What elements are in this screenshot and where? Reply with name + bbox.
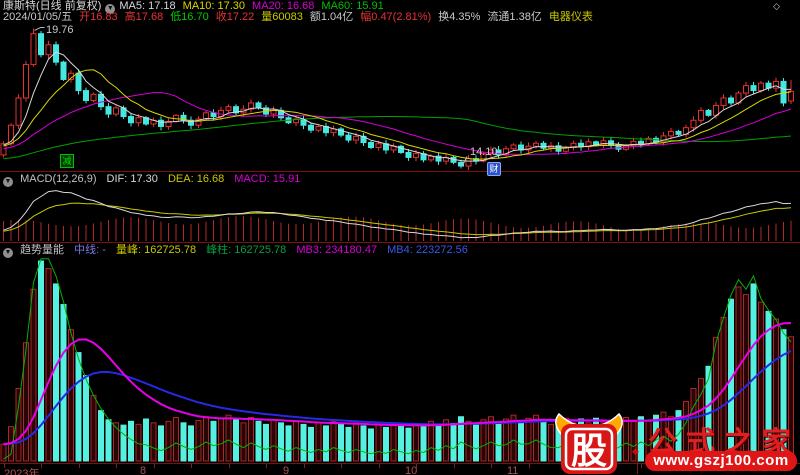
axis-tick (641, 464, 642, 468)
quote-field: 低16.70 (170, 11, 209, 23)
quote-field: 换4.35% (438, 11, 480, 23)
axis-tick (379, 464, 380, 468)
axis-tick (454, 464, 455, 468)
volpeak-value: 量峰: 162725.78 (116, 244, 196, 256)
macd-panel-header[interactable]: ▼ MACD(12,26,9) DIF: 17.30 DEA: 16.68 MA… (3, 174, 307, 185)
high-price-label: 19.76 (46, 24, 74, 36)
quote-field: 电器仪表 (549, 11, 593, 23)
quote-field: 开16.83 (79, 11, 118, 23)
axis-month-label: 8 (140, 465, 146, 475)
axis-tick (191, 464, 192, 468)
midline-value: 中线: - (74, 244, 106, 256)
quote-field: 量60083 (261, 11, 303, 23)
axis-tick (266, 464, 267, 468)
dea-value: DEA: 16.68 (168, 173, 224, 185)
trend-title: 趋势量能 (20, 244, 64, 256)
macd-value: MACD: 15.91 (234, 173, 300, 185)
macd-title: MACD(12,26,9) (20, 173, 96, 185)
axis-tick (41, 464, 42, 468)
watermark-diamond-icon: ◆ (632, 446, 639, 457)
quote-info-line: 2024/01/05/五开16.83 高17.68 低16.70 收17.22 量600… (3, 12, 600, 23)
sell-signal-marker: 减 (60, 154, 74, 168)
quote-field: 2024/01/05/五 (3, 11, 72, 23)
axis-tick (529, 464, 530, 468)
axis-tick (491, 464, 492, 468)
low-price-label: 14.10 (470, 146, 498, 158)
axis-month-label: 9 (283, 465, 289, 475)
stamp-logo: 股 (551, 412, 631, 475)
mb4-value: MB4: 223272.56 (387, 244, 468, 256)
quote-field: 额1.04亿 (310, 11, 353, 23)
axis-month-label: 11 (507, 465, 518, 475)
candlestick-chart[interactable] (0, 25, 800, 171)
axis-tick (79, 464, 80, 468)
quote-field: 收17.22 (216, 11, 255, 23)
pillar-value: 峰柱: 162725.78 (206, 244, 286, 256)
diamond-icon[interactable]: ◇ (773, 1, 780, 12)
quote-field: 流通1.38亿 (487, 11, 541, 23)
stamp-character: 股 (571, 431, 607, 471)
axis-tick (341, 464, 342, 468)
axis-tick (229, 464, 230, 468)
dif-value: DIF: 17.30 (107, 173, 158, 185)
trend-panel-header[interactable]: ▼ 趋势量能 中线: - 量峰: 162725.78 峰柱: 162725.78… (3, 245, 475, 256)
quote-field: 幅0.47(2.81%) (360, 11, 431, 23)
stock-app-window: 康斯特(日线 前复权)▼MA5: 17.18MA10: 17.30MA20: 1… (0, 0, 800, 475)
axis-tick (416, 464, 417, 468)
collapse-icon[interactable]: ▼ (3, 177, 13, 187)
axis-tick (154, 464, 155, 468)
quote-field: 高17.68 (125, 11, 164, 23)
axis-tick (304, 464, 305, 468)
axis-tick (4, 464, 5, 468)
buy-signal-marker: 财 (487, 162, 501, 176)
watermark-url[interactable]: www.gszj100.com (645, 451, 797, 471)
axis-tick (116, 464, 117, 468)
mb3-value: MB3: 234180.47 (296, 244, 377, 256)
axis-month-label: 2023年 (4, 465, 39, 475)
collapse-icon[interactable]: ▼ (3, 248, 13, 258)
